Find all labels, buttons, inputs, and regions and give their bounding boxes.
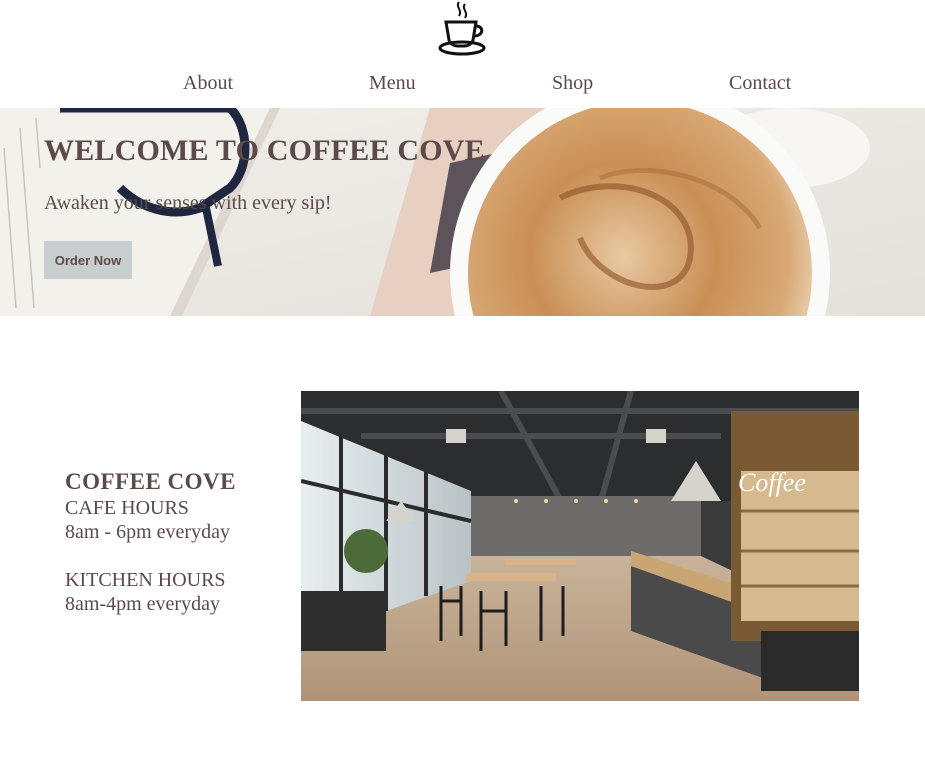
coffee-neon-sign: Coffee bbox=[738, 468, 806, 497]
nav-menu-link[interactable]: Menu bbox=[369, 72, 416, 95]
nav-contact-link[interactable]: Contact bbox=[729, 72, 791, 95]
hours-info: COFFEE COVE CAFE HOURS 8am - 6pm everyda… bbox=[65, 468, 285, 616]
kitchen-hours-label: KITCHEN HOURS bbox=[65, 569, 226, 591]
nav-shop-link[interactable]: Shop bbox=[552, 72, 593, 95]
hero-subtitle: Awaken your senses with every sip! bbox=[44, 192, 332, 214]
hero-title: WELCOME TO COFFEE COVE bbox=[44, 134, 485, 167]
hero-banner: WELCOME TO COFFEE COVE Awaken your sense… bbox=[0, 108, 925, 316]
coffee-cup-icon[interactable] bbox=[436, 0, 488, 58]
cafe-name: COFFEE COVE bbox=[65, 469, 236, 494]
cafe-interior-image: Coffee bbox=[301, 391, 859, 701]
order-now-button[interactable]: Order Now bbox=[44, 241, 132, 279]
cafe-hours-label: CAFE HOURS bbox=[65, 497, 189, 519]
nav-about-link[interactable]: About bbox=[183, 72, 233, 95]
main-nav: About Menu Shop Contact bbox=[0, 72, 925, 96]
kitchen-hours-value: 8am-4pm everyday bbox=[65, 593, 220, 615]
cafe-hours-value: 8am - 6pm everyday bbox=[65, 521, 230, 543]
